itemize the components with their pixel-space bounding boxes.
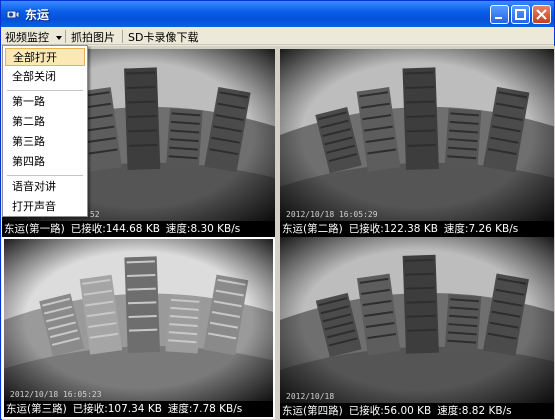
received-bytes: 已接收:107.34 KB [72, 403, 162, 415]
maximize-button[interactable] [511, 5, 530, 24]
transfer-speed: 速度:8.82 KB/s [437, 405, 512, 417]
channel-status-bar: 东运(第二路) 已接收:122.38 KB 速度:7.26 KB/s [280, 221, 554, 237]
channel-status-bar: 东运(第一路) 已接收:144.68 KB 速度:8.30 KB/s [2, 221, 275, 237]
received-bytes: 已接收:56.00 KB [348, 405, 432, 417]
channel-status-bar: 东运(第三路) 已接收:107.34 KB 速度:7.78 KB/s [4, 401, 273, 417]
menu-separator [65, 30, 66, 43]
menu-channel-1[interactable]: 第一路 [5, 93, 85, 111]
transfer-speed: 速度:8.30 KB/s [165, 223, 241, 235]
channel-name: 东运(第三路) [6, 403, 67, 415]
channel-name: 东运(第二路) [282, 223, 343, 235]
menu-close-all[interactable]: 全部关闭 [5, 68, 85, 86]
dropdown-separator [7, 90, 83, 91]
menu-voice-intercom[interactable]: 语音对讲 [5, 178, 85, 196]
transfer-speed: 速度:7.78 KB/s [167, 403, 243, 415]
channel-status-bar: 东运(第四路) 已接收:56.00 KB 速度:8.82 KB/s [280, 403, 554, 419]
close-icon [536, 9, 547, 20]
timestamp-overlay: 2012/10/18 16:05:23 [10, 390, 102, 399]
chevron-down-icon [55, 36, 62, 40]
menu-video-monitor-label: 视频监控 [5, 31, 49, 44]
menu-bar: 视频监控 抓拍图片 SD卡录像下载 [1, 27, 554, 45]
menu-video-monitor[interactable]: 视频监控 [5, 29, 63, 44]
timestamp-overlay: 2012/10/18 [286, 392, 334, 401]
received-bytes: 已接收:122.38 KB [348, 223, 438, 235]
camera-icon [6, 10, 20, 19]
camera-feed: 2012/10/18 [280, 237, 554, 403]
channel-name: 东运(第四路) [282, 405, 343, 417]
menu-enable-sound[interactable]: 打开声音 [5, 198, 85, 216]
transfer-speed: 速度:7.26 KB/s [443, 223, 519, 235]
menu-separator [122, 30, 123, 43]
title-bar[interactable]: 东运 [1, 1, 554, 27]
maximize-icon [515, 9, 526, 20]
window-title: 东运 [25, 8, 50, 22]
video-panel-2[interactable]: 2012/10/18 16:05:29 东运(第二路) 已接收:122.38 KB 速… [280, 49, 554, 237]
video-monitor-dropdown: 全部打开 全部关闭 第一路 第二路 第三路 第四路 语音对讲 打开声音 [2, 45, 88, 217]
dropdown-separator [7, 175, 83, 176]
app-window: 东运 视频监控 抓拍图片 SD卡录像下载 2012/10/18 16:05:52… [0, 0, 555, 420]
camera-feed: 2012/10/18 16:05:29 [280, 49, 554, 221]
menu-snapshot[interactable]: 抓拍图片 [71, 29, 115, 44]
received-bytes: 已接收:144.68 KB [70, 223, 160, 235]
close-button[interactable] [532, 5, 551, 24]
camera-feed: 2012/10/18 16:05:23 [4, 239, 273, 401]
video-panel-4[interactable]: 2012/10/18 东运(第四路) 已接收:56.00 KB 速度:8.82 KB/… [280, 237, 554, 419]
menu-sd-download[interactable]: SD卡录像下载 [128, 29, 198, 44]
menu-channel-2[interactable]: 第二路 [5, 113, 85, 131]
timestamp-overlay: 2012/10/18 16:05:29 [286, 210, 378, 219]
video-panel-3[interactable]: 2012/10/18 16:05:23 东运(第三路) 已接收:107.34 KB 速… [2, 237, 275, 419]
minimize-icon [495, 17, 502, 19]
channel-name: 东运(第一路) [4, 223, 65, 235]
minimize-button[interactable] [490, 5, 509, 24]
menu-channel-4[interactable]: 第四路 [5, 153, 85, 171]
menu-open-all[interactable]: 全部打开 [5, 48, 85, 66]
menu-channel-3[interactable]: 第三路 [5, 133, 85, 151]
